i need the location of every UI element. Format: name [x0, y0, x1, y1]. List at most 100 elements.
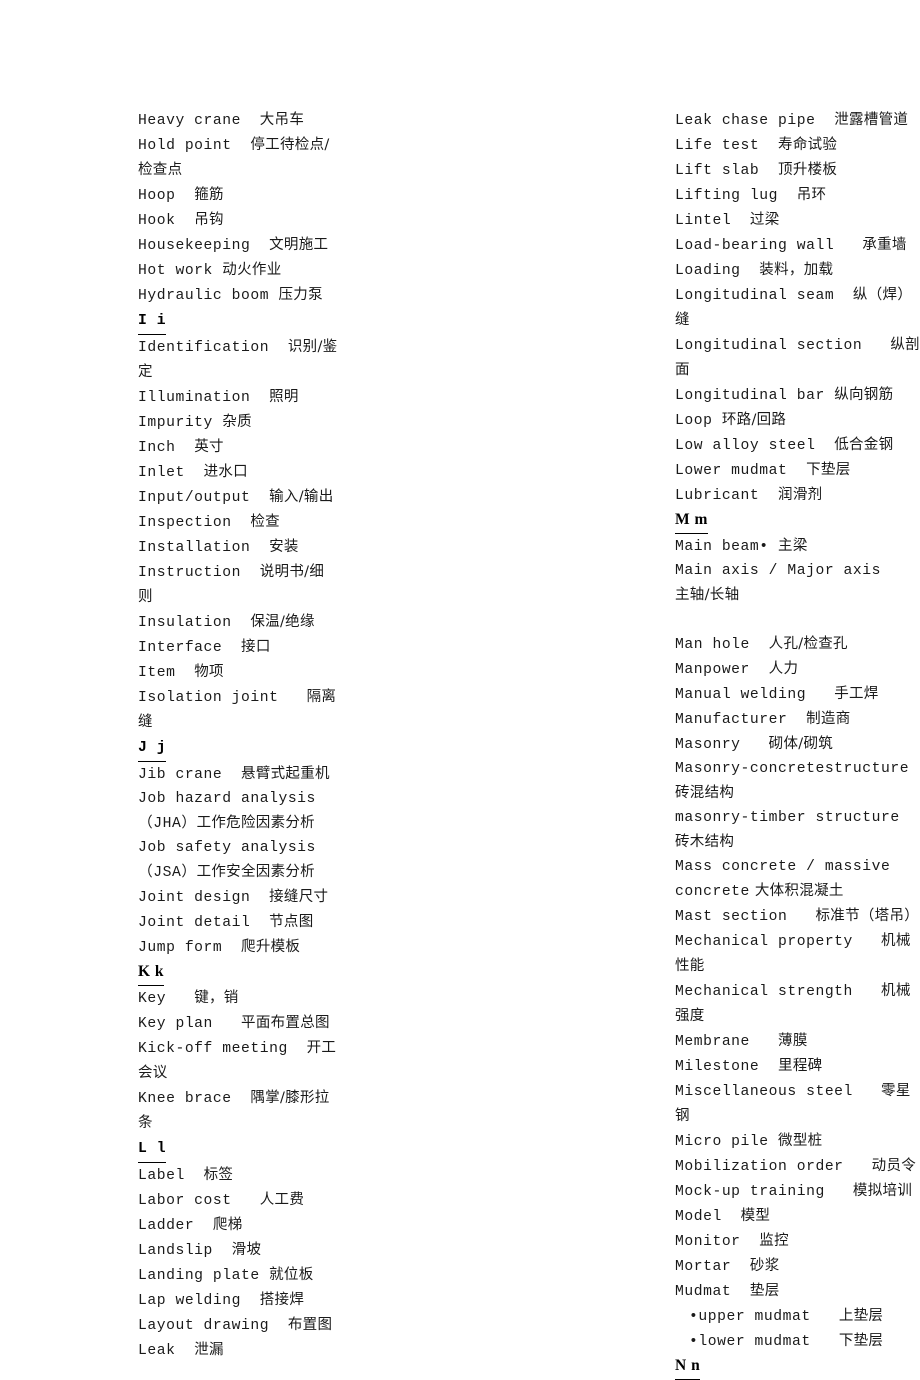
entry-term-cn: 标准节（塔吊） — [815, 908, 920, 924]
entry-separator — [806, 687, 834, 703]
section-letter: M m — [675, 508, 708, 534]
entry-term-en: Inspection — [138, 515, 232, 531]
entry-separator — [853, 934, 881, 950]
entry-separator — [250, 238, 269, 254]
glossary-entry: Illumination 照明 — [138, 385, 338, 410]
glossary-entry: Key 键，销 — [138, 986, 338, 1011]
entry-separator — [241, 1293, 260, 1309]
section-letter: I i — [138, 309, 167, 335]
glossary-entry: Layout drawing 布置图 — [138, 1313, 338, 1338]
entry-term-en: Lower mudmat — [675, 463, 788, 479]
glossary-entry: Insulation 保温/绝缘 — [138, 610, 338, 635]
entry-separator — [288, 1041, 307, 1057]
glossary-entry: Hold point 停工待检点/检查点 — [138, 133, 338, 183]
entry-term-cn: 垫层 — [749, 1283, 780, 1299]
entry-term-en: Hoop — [138, 188, 176, 204]
entry-term-en: Housekeeping — [138, 238, 251, 254]
left-column: Heavy crane 大吊车 Hold point 停工待检点/检查点 Hoop … — [0, 108, 338, 1363]
entry-separator — [778, 188, 797, 204]
entry-term-en: Mudmat — [675, 1284, 732, 1300]
entry-term-en: Jump form — [138, 940, 223, 956]
entry-term-en: Mobilization order — [675, 1159, 844, 1175]
entry-term-cn: 装料，加载 — [759, 262, 834, 278]
entry-term-en: Miscellaneous steel — [675, 1084, 853, 1100]
entry-separator — [222, 940, 241, 956]
entry-term-cn: 输入/输出 — [269, 489, 334, 505]
entry-separator — [834, 238, 862, 254]
section-header: I i — [138, 308, 338, 335]
glossary-entry: Hook 吊钩 — [138, 208, 338, 233]
entry-separator — [741, 263, 760, 279]
entry-term-cn: 顶升楼板 — [778, 162, 838, 178]
entry-term-cn: 箍筋 — [194, 187, 224, 203]
glossary-entry: Mass concrete / massive concrete 大体积混凝土 — [675, 855, 920, 904]
entry-separator — [759, 163, 778, 179]
glossary-entry: Mock-up training 模拟培训 — [675, 1179, 920, 1204]
glossary-entry: Low alloy steel 低合金钢 — [675, 433, 920, 458]
entry-term-cn: 吊钩 — [194, 212, 224, 228]
glossary-entry: Model 模型 — [675, 1204, 920, 1229]
entry-term-en: Monitor — [675, 1234, 741, 1250]
entry-separator — [825, 1184, 853, 1200]
entry-separator — [712, 413, 721, 429]
entry-term-cn: 模型 — [740, 1208, 771, 1224]
entry-term-cn: 寿命试验 — [778, 137, 838, 153]
entry-separator — [722, 1209, 741, 1225]
entry-term-en: Input/output — [138, 490, 251, 506]
glossary-entry: Inch 英寸 — [138, 435, 338, 460]
entry-term-cn: 悬臂式起重机 — [241, 766, 330, 782]
entry-term-cn: 滑坡 — [231, 1242, 262, 1258]
entry-term-en: Impurity — [138, 415, 213, 431]
entry-separator — [232, 1193, 260, 1209]
entry-term-cn: 里程碑 — [778, 1058, 823, 1074]
entry-term-cn: 压力泵 — [278, 287, 323, 303]
entry-term-en: Joint detail — [138, 915, 251, 931]
entry-term-en: Man hole — [675, 637, 750, 653]
entry-term-en: Instruction — [138, 565, 242, 581]
section-letter: L l — [138, 1137, 167, 1163]
entry-separator — [811, 1309, 839, 1325]
section-header: M m — [675, 508, 920, 534]
glossary-entry: Monitor 监控 — [675, 1229, 920, 1254]
entry-separator — [250, 890, 269, 906]
entry-term-cn: 标签 — [203, 1167, 234, 1183]
entry-separator — [250, 540, 269, 556]
entry-term-cn: 接缝尺寸 — [269, 889, 329, 905]
section-letter: N n — [675, 1354, 701, 1380]
glossary-entry: Kick-off meeting 开工会议 — [138, 1036, 338, 1086]
entry-separator — [260, 1268, 269, 1284]
entry-term-cn: 砂浆 — [749, 1258, 780, 1274]
entry-term-cn: 泄漏 — [194, 1342, 224, 1358]
entry-term-en: Key — [138, 991, 167, 1007]
glossary-entry: Inspection 检查 — [138, 510, 338, 535]
entry-term-cn: 英寸 — [194, 439, 224, 455]
glossary-entry: Leak 泄漏 — [138, 1338, 338, 1363]
entry-term-cn: 人力 — [768, 661, 799, 677]
glossary-entry: Lower mudmat 下垫层 — [675, 458, 920, 483]
glossary-entry: Mechanical property 机械性能 — [675, 929, 920, 979]
entry-term-cn: 微型桩 — [778, 1133, 823, 1149]
entry-term-en: •lower mudmat — [689, 1334, 811, 1350]
glossary-entry: Impurity 杂质 — [138, 410, 338, 435]
entry-separator — [185, 1168, 204, 1184]
entry-term-cn: 动火作业 — [222, 262, 282, 278]
glossary-entry: Mast section 标准节（塔吊） — [675, 904, 920, 929]
entry-separator — [750, 637, 769, 653]
entry-term-en: Label — [138, 1168, 185, 1184]
entry-term-cn: 泄露槽管道 — [834, 112, 909, 128]
glossary-entry: Lubricant 润滑剂 — [675, 483, 920, 508]
entry-separator — [741, 1234, 760, 1250]
entry-term-cn: 文明施工 — [269, 237, 329, 253]
glossary-entry: Item 物项 — [138, 660, 338, 685]
entry-term-en: Mast section — [675, 909, 788, 925]
entry-separator — [825, 388, 834, 404]
entry-term-en: •upper mudmat — [689, 1309, 811, 1325]
glossary-page: Heavy crane 大吊车 Hold point 停工待检点/检查点 Hoop … — [0, 0, 920, 1380]
section-header: N n — [675, 1354, 920, 1380]
entry-term-en: Inch — [138, 440, 176, 456]
entry-separator — [844, 1159, 872, 1175]
entry-term-cn: 节点图 — [269, 914, 314, 930]
glossary-entry: Lift slab 顶升楼板 — [675, 158, 920, 183]
entry-term-cn: 大吊车 — [259, 112, 305, 128]
